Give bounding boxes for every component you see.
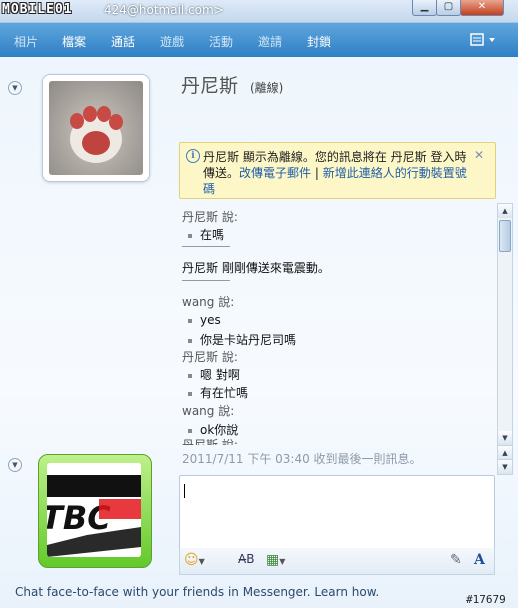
- maximize-button[interactable]: ▢: [436, 0, 461, 16]
- watermark: #17679: [466, 593, 506, 606]
- handwriting-button[interactable]: ✎: [450, 552, 462, 568]
- message-text: 嗯 對啊: [188, 366, 240, 383]
- nav-photos[interactable]: 相片: [14, 33, 38, 50]
- message-scrollbar[interactable]: ▲ ▼: [497, 203, 513, 446]
- message-text: 在嗎: [188, 226, 224, 243]
- title-bar: MOBILE01 424@hotmail.com> ▁ ▢ ✕: [0, 0, 518, 23]
- nav-files[interactable]: 檔案: [62, 33, 86, 50]
- background-button[interactable]: ▦▼: [266, 552, 285, 568]
- collapse-contact-button[interactable]: ▼: [8, 81, 22, 95]
- message-sender: 丹尼斯 說:: [182, 350, 238, 364]
- nav-games[interactable]: 遊戲: [160, 33, 184, 50]
- collapse-self-button[interactable]: ▼: [8, 458, 22, 472]
- notice-close-icon[interactable]: ✕: [474, 148, 484, 162]
- chevron-down-icon: ▼: [12, 84, 18, 92]
- add-mobile-link-cont[interactable]: 碼: [203, 180, 215, 197]
- nav-activities[interactable]: 活動: [209, 33, 233, 50]
- text-caret: [184, 484, 185, 498]
- message-sender: wang 說:: [182, 295, 235, 309]
- scroll-down-icon[interactable]: ▼: [498, 431, 512, 445]
- offline-notice: i 丹尼斯 顯示為離線。您的訊息將在 丹尼斯 登入時 傳送。改傳電子郵件 | 新…: [179, 142, 496, 199]
- nav-invite[interactable]: 邀請: [258, 33, 282, 50]
- info-icon: i: [186, 149, 200, 163]
- action-bar: 相片 檔案 通話 遊戲 活動 邀請 封鎖: [0, 23, 518, 57]
- font-button[interactable]: A̶B: [238, 552, 254, 566]
- contact-avatar[interactable]: [42, 74, 150, 182]
- emoticon-button[interactable]: ☺▼: [184, 552, 205, 568]
- notice-text: 丹尼斯 顯示為離線。您的訊息將在 丹尼斯 登入時: [203, 150, 467, 164]
- menu-icon: [470, 33, 495, 46]
- message-text: 你是卡站丹尼司嗎: [188, 331, 296, 348]
- app-logo: MOBILE01: [2, 2, 73, 17]
- conversation-window: ▼ 丹尼斯 (離線) i 丹尼斯 顯示為離線。您的訊息將在 丹尼斯 登入時 傳送…: [0, 57, 518, 608]
- contact-status: (離線): [250, 81, 284, 95]
- message-history[interactable]: 丹尼斯 說: 在嗎 丹尼斯 剛剛傳送來電震動。 wang 說: yes 你是卡站…: [180, 200, 496, 445]
- smiley-icon: ☺: [184, 552, 199, 568]
- font-icon: A̶B: [238, 552, 255, 566]
- my-avatar[interactable]: TBC: [38, 454, 152, 568]
- notice-divider: |: [314, 166, 319, 180]
- message-text: yes: [188, 313, 221, 327]
- last-message-timestamp: 2011/7/11 下午 03:40 收到最後一則訊息。: [182, 452, 422, 466]
- system-message: 丹尼斯 剛剛傳送來電震動。: [182, 261, 330, 275]
- chevron-down-icon: ▼: [12, 461, 18, 469]
- picture-icon: ▦: [266, 552, 280, 568]
- message-sender: wang 說:: [182, 404, 235, 418]
- window-title: 424@hotmail.com>: [104, 3, 224, 17]
- scroll-thumb[interactable]: [499, 220, 511, 252]
- minimize-icon: ▁: [420, 1, 429, 12]
- message-text: 有在忙嗎: [188, 384, 248, 401]
- pen-icon: ✎: [450, 552, 462, 568]
- add-mobile-link[interactable]: 新增此連絡人的行動裝置號: [323, 166, 467, 180]
- separator: [182, 280, 230, 281]
- notice-text-prefix: 傳送。: [203, 166, 240, 180]
- contact-name: 丹尼斯: [181, 75, 239, 97]
- text-format-button[interactable]: A: [474, 552, 485, 568]
- promo-link[interactable]: Chat face-to-face with your friends in M…: [15, 585, 379, 599]
- menu-button[interactable]: [470, 33, 498, 50]
- minimize-button[interactable]: ▁: [412, 0, 437, 16]
- text-icon: A: [474, 552, 485, 568]
- close-icon: ✕: [477, 1, 487, 12]
- cat-paw-picture: [49, 81, 143, 175]
- tbc-logo-picture: TBC: [47, 463, 141, 557]
- maximize-icon: ▢: [443, 1, 454, 12]
- scroll-page-down-icon[interactable]: ▼: [497, 459, 513, 475]
- separator: [182, 246, 230, 247]
- message-sender: 丹尼斯 說:: [182, 438, 238, 445]
- notice-text-2: 傳送。改傳電子郵件 | 新增此連絡人的行動裝置號: [203, 164, 467, 181]
- input-toolbar: ☺▼ A̶B ▦▼ ✎ A: [179, 548, 495, 575]
- scroll-up-icon[interactable]: ▲: [498, 204, 512, 218]
- nav-block[interactable]: 封鎖: [307, 33, 331, 50]
- message-sender: 丹尼斯 說:: [182, 210, 238, 224]
- send-email-link[interactable]: 改傳電子郵件: [239, 166, 311, 180]
- message-input[interactable]: [179, 475, 495, 549]
- close-button[interactable]: ✕: [460, 0, 504, 16]
- nav-call[interactable]: 通話: [111, 33, 135, 50]
